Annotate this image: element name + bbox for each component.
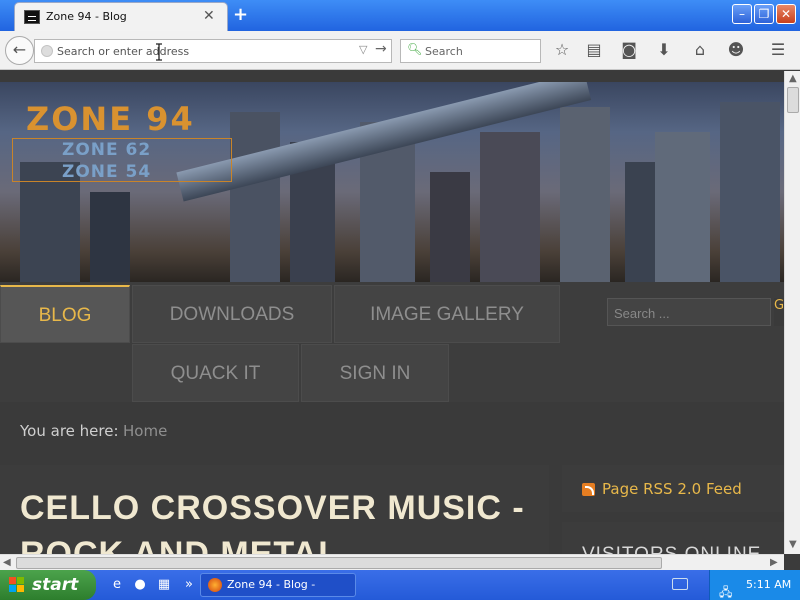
scroll-down-icon[interactable]: ▼ — [789, 539, 797, 550]
article-card: CELLO CROSSOVER MUSIC - ROCK AND METAL — [0, 465, 549, 554]
maximize-button[interactable]: ❐ — [754, 4, 774, 24]
firefox-quicklaunch-icon[interactable]: ● — [131, 576, 149, 594]
taskbar-window-button[interactable]: Zone 94 - Blog - Mozil... — [200, 573, 356, 597]
scroll-left-icon[interactable]: ◀ — [3, 557, 11, 568]
site-search-button[interactable]: G — [774, 298, 784, 326]
start-button[interactable]: start — [0, 570, 96, 600]
rss-feed-link[interactable]: Page RSS 2.0 Feed — [602, 480, 742, 498]
vertical-scroll-thumb[interactable] — [787, 87, 799, 113]
new-tab-icon[interactable]: + — [233, 4, 248, 25]
header-banner-image: ZONE 94 ZONE 62 ZONE 54 — [0, 82, 784, 282]
article-title[interactable]: CELLO CROSSOVER MUSIC - ROCK AND METAL — [20, 485, 540, 554]
hello-icon[interactable]: ☻ — [726, 40, 746, 60]
clock[interactable]: 5:11 AM — [746, 570, 791, 600]
downloads-icon[interactable]: ⬇ — [654, 40, 674, 60]
tab-title: Zone 94 - Blog — [46, 10, 127, 23]
start-label: start — [32, 575, 79, 595]
menu-icon[interactable]: ☰ — [768, 40, 788, 60]
logo-main-text: ZONE 94 — [26, 100, 195, 138]
taskbar-window-label: Zone 94 - Blog - Mozil... — [227, 578, 316, 591]
tab-close-icon[interactable]: ✕ — [203, 8, 215, 24]
nav-item-blog[interactable]: BLOG — [0, 285, 130, 343]
site-favicon-icon — [24, 10, 40, 24]
globe-icon — [41, 45, 53, 57]
browser-titlebar: Zone 94 - Blog ✕ + – ❐ ✕ — [0, 0, 800, 31]
logo-sub-text: ZONE 62 — [62, 140, 152, 160]
breadcrumb-home: Home — [123, 422, 168, 440]
network-icon[interactable]: 🖧 — [719, 577, 735, 599]
breadcrumb: You are here: Home — [0, 405, 784, 457]
text-cursor-icon — [156, 43, 162, 61]
address-bar[interactable]: ▽ → — [34, 39, 392, 63]
url-input[interactable] — [57, 42, 357, 60]
vertical-scrollbar[interactable]: ▲ ▼ — [784, 71, 800, 554]
windows-flag-icon — [9, 577, 25, 593]
horizontal-scroll-thumb[interactable] — [16, 557, 662, 569]
windows-taskbar: start e ● ▦ » Zone 94 - Blog - Mozil... … — [0, 570, 800, 600]
minimize-button[interactable]: – — [732, 4, 752, 24]
scroll-right-icon[interactable]: ▶ — [770, 557, 778, 568]
close-window-button[interactable]: ✕ — [776, 4, 796, 24]
media-quicklaunch-icon[interactable]: ▦ — [155, 576, 173, 594]
browser-toolbar: ← ▽ → 🔍︎ ☆ ▤ ◙ ⬇ ⌂ ☻ ☰ — [0, 31, 800, 70]
site-search-input[interactable] — [614, 304, 764, 322]
ie-quicklaunch-icon[interactable]: e — [108, 576, 126, 594]
pocket-icon[interactable]: ◙ — [619, 40, 639, 60]
rss-icon — [582, 483, 595, 496]
back-button[interactable]: ← — [5, 36, 34, 65]
quicklaunch-expand-icon[interactable]: » — [180, 576, 198, 594]
visitors-title: VISITORS ONLINE — [582, 544, 761, 554]
nav-item-image-gallery[interactable]: IMAGE GALLERY — [334, 285, 560, 343]
breadcrumb-label: You are here: — [20, 422, 119, 440]
search-icon: 🔍︎ — [407, 42, 423, 56]
home-icon[interactable]: ⌂ — [690, 40, 710, 60]
go-arrow-icon[interactable]: → — [375, 41, 387, 57]
browser-search-input[interactable] — [425, 43, 535, 59]
web-page: ZONE 94 ZONE 62 ZONE 54 BLOG DOWNLOADS I… — [0, 71, 784, 554]
site-search-box[interactable] — [607, 298, 771, 326]
logo-sub-text: ZONE 54 — [62, 162, 152, 182]
visitors-widget: VISITORS ONLINE — [562, 522, 784, 554]
keyboard-icon[interactable] — [672, 578, 688, 590]
browser-search-box[interactable]: 🔍︎ — [400, 39, 541, 63]
firefox-icon — [208, 578, 222, 592]
bookmark-star-icon[interactable]: ☆ — [552, 40, 572, 60]
browser-tab[interactable]: Zone 94 - Blog ✕ — [14, 2, 228, 31]
nav-item-quack-it[interactable]: QUACK IT — [132, 344, 299, 402]
history-dropdown-icon[interactable]: ▽ — [359, 43, 367, 56]
reading-list-icon[interactable]: ▤ — [584, 40, 604, 60]
rss-widget: Page RSS 2.0 Feed — [562, 465, 784, 512]
site-logo[interactable]: ZONE 94 ZONE 62 ZONE 54 — [12, 100, 232, 190]
horizontal-scrollbar[interactable]: ◀ ▶ — [0, 554, 784, 570]
nav-item-downloads[interactable]: DOWNLOADS — [132, 285, 332, 343]
scroll-up-icon[interactable]: ▲ — [789, 73, 797, 84]
main-navigation: BLOG DOWNLOADS IMAGE GALLERY QUACK IT SI… — [0, 282, 784, 402]
nav-item-sign-in[interactable]: SIGN IN — [301, 344, 449, 402]
system-tray: 🖧 5:11 AM — [709, 570, 800, 600]
